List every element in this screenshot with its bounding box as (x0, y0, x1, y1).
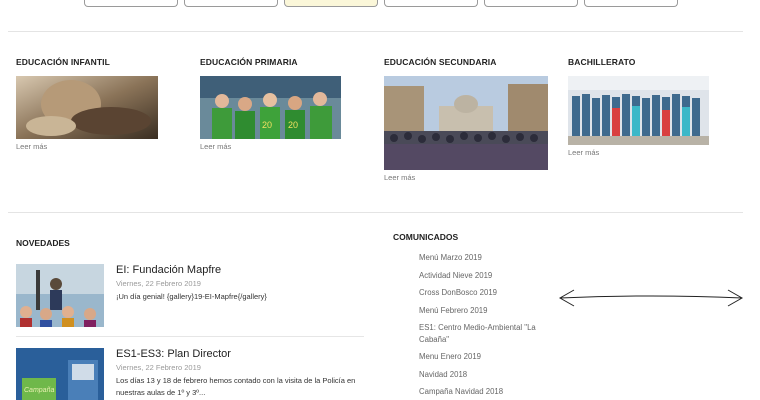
comunicado-link[interactable]: Navidad 2018 (419, 369, 559, 381)
news-item: EI: Fundación Mapfre Viernes, 22 Febrero… (16, 264, 364, 328)
news-title-link[interactable]: ES1-ES3: Plan Director (116, 348, 366, 360)
comunicado-link[interactable]: Campaña Navidad 2018 (419, 386, 559, 398)
top-tab-2[interactable] (184, 0, 278, 7)
divider-middle (8, 212, 743, 213)
read-more-link[interactable]: Leer más (568, 148, 709, 157)
level-title: EDUCACIÓN PRIMARIA (200, 57, 298, 67)
comunicado-link[interactable]: Menu Enero 2019 (419, 351, 559, 363)
level-image-infantil[interactable] (16, 76, 158, 139)
news-image[interactable] (16, 264, 104, 327)
level-bachillerato: BACHILLERATO Leer más (568, 57, 709, 157)
top-tab-1[interactable] (84, 0, 178, 7)
comunicados-title: COMUNICADOS (393, 232, 459, 242)
top-tab-3[interactable] (284, 0, 378, 7)
level-primaria: EDUCACIÓN PRIMARIA 20 20 Leer más (200, 57, 341, 151)
level-title: EDUCACIÓN INFANTIL (16, 57, 110, 67)
read-more-link[interactable]: Leer más (200, 142, 341, 151)
svg-text:20: 20 (262, 120, 272, 130)
news-excerpt: ¡Un día genial! {gallery}19-EI-Mapfre{/g… (116, 292, 267, 301)
level-image-primaria[interactable]: 20 20 (200, 76, 341, 139)
top-tab-5[interactable] (484, 0, 578, 7)
top-tab-4[interactable] (384, 0, 478, 7)
page: EDUCACIÓN INFANTIL Leer más EDUCACIÓN PR… (0, 0, 760, 400)
news-date: Viernes, 22 Febrero 2019 (116, 363, 201, 372)
novedades-title: NOVEDADES (16, 238, 70, 248)
comunicados-list: Menú Marzo 2019 Actividad Nieve 2019 Cro… (419, 252, 559, 400)
divider-top (8, 31, 743, 32)
news-item: Campaña ES1-ES3: Plan Director Viernes, … (16, 348, 364, 400)
level-title: BACHILLERATO (568, 57, 636, 67)
top-tab-6[interactable] (584, 0, 678, 7)
comunicado-link[interactable]: Menú Febrero 2019 (419, 305, 559, 317)
comunicado-link[interactable]: ES1: Centro Medio-Ambiental "La Cabaña" (419, 322, 559, 345)
read-more-link[interactable]: Leer más (384, 173, 548, 182)
double-arrow-icon (558, 289, 744, 307)
news-body: EI: Fundación Mapfre Viernes, 22 Febrero… (116, 264, 366, 303)
comunicado-link[interactable]: Actividad Nieve 2019 (419, 270, 559, 282)
level-image-bachillerato[interactable] (568, 76, 709, 145)
news-title-link[interactable]: EI: Fundación Mapfre (116, 264, 366, 276)
level-title: EDUCACIÓN SECUNDARIA (384, 57, 497, 67)
comunicado-link[interactable]: Cross DonBosco 2019 (419, 287, 559, 299)
read-more-link[interactable]: Leer más (16, 142, 158, 151)
level-image-secundaria[interactable] (384, 76, 548, 170)
news-excerpt: Los días 13 y 18 de febrero hemos contad… (116, 376, 356, 397)
level-infantil: EDUCACIÓN INFANTIL Leer más (16, 57, 158, 151)
news-date: Viernes, 22 Febrero 2019 (116, 279, 201, 288)
level-secundaria: EDUCACIÓN SECUNDARIA Leer más (384, 57, 548, 182)
svg-text:Campaña: Campaña (24, 387, 54, 394)
top-tab-strip (84, 0, 678, 7)
news-separator (16, 336, 364, 337)
comunicado-link[interactable]: Menú Marzo 2019 (419, 252, 559, 264)
news-body: ES1-ES3: Plan Director Viernes, 22 Febre… (116, 348, 366, 399)
svg-text:20: 20 (288, 120, 298, 130)
news-image[interactable]: Campaña (16, 348, 104, 400)
